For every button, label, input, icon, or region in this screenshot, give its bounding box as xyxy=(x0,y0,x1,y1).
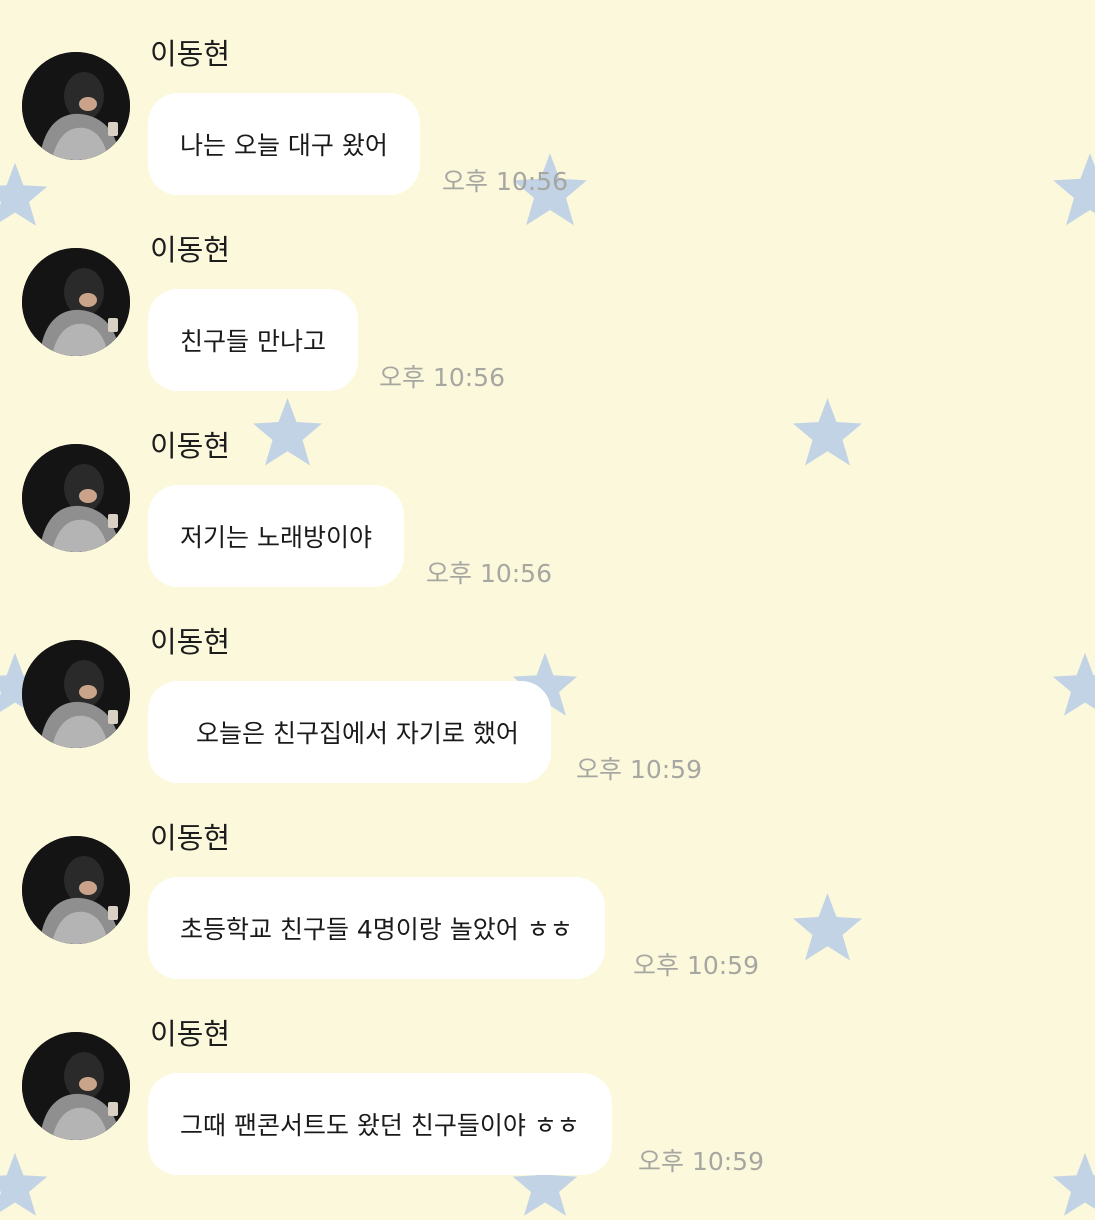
profile-photo-icon xyxy=(22,836,130,944)
message-timestamp: 오후 10:59 xyxy=(638,1147,764,1176)
message-bubble[interactable]: 나는 오늘 대구 왔어 xyxy=(148,93,420,195)
sender-name: 이동현 xyxy=(150,429,231,463)
sender-name: 이동현 xyxy=(150,37,231,71)
sender-name: 이동현 xyxy=(150,233,231,267)
message-bubble[interactable]: 오늘은 친구집에서 자기로 했어 xyxy=(148,681,551,783)
avatar[interactable] xyxy=(22,248,130,356)
chat-message: 이동현 친구들 만나고 오후 10:56 xyxy=(0,196,1095,392)
sender-name: 이동현 xyxy=(150,1017,231,1051)
message-timestamp: 오후 10:56 xyxy=(426,559,552,588)
message-timestamp: 오후 10:56 xyxy=(442,167,568,196)
chat-message: 이동현 나는 오늘 대구 왔어 오후 10:56 xyxy=(0,0,1095,196)
chat-message: 이동현 초등학교 친구들 4명이랑 놀았어 ㅎㅎ 오후 10:59 xyxy=(0,784,1095,980)
avatar[interactable] xyxy=(22,444,130,552)
sender-name: 이동현 xyxy=(150,821,231,855)
avatar[interactable] xyxy=(22,640,130,748)
message-bubble[interactable]: 그때 팬콘서트도 왔던 친구들이야 ㅎㅎ xyxy=(148,1073,612,1175)
profile-photo-icon xyxy=(22,444,130,552)
chat-message: 이동현 오늘은 친구집에서 자기로 했어 오후 10:59 xyxy=(0,588,1095,784)
chat-message: 이동현 저기는 노래방이야 오후 10:56 xyxy=(0,392,1095,588)
message-bubble[interactable]: 저기는 노래방이야 xyxy=(148,485,404,587)
profile-photo-icon xyxy=(22,640,130,748)
profile-photo-icon xyxy=(22,1032,130,1140)
avatar[interactable] xyxy=(22,1032,130,1140)
avatar[interactable] xyxy=(22,52,130,160)
sender-name: 이동현 xyxy=(150,625,231,659)
message-bubble[interactable]: 초등학교 친구들 4명이랑 놀았어 ㅎㅎ xyxy=(148,877,605,979)
message-timestamp: 오후 10:56 xyxy=(379,363,505,392)
chat-message: 이동현 그때 팬콘서트도 왔던 친구들이야 ㅎㅎ 오후 10:59 xyxy=(0,980,1095,1176)
profile-photo-icon xyxy=(22,248,130,356)
avatar[interactable] xyxy=(22,836,130,944)
message-timestamp: 오후 10:59 xyxy=(576,755,702,784)
message-bubble[interactable]: 친구들 만나고 xyxy=(148,289,358,391)
message-timestamp: 오후 10:59 xyxy=(633,951,759,980)
profile-photo-icon xyxy=(22,52,130,160)
